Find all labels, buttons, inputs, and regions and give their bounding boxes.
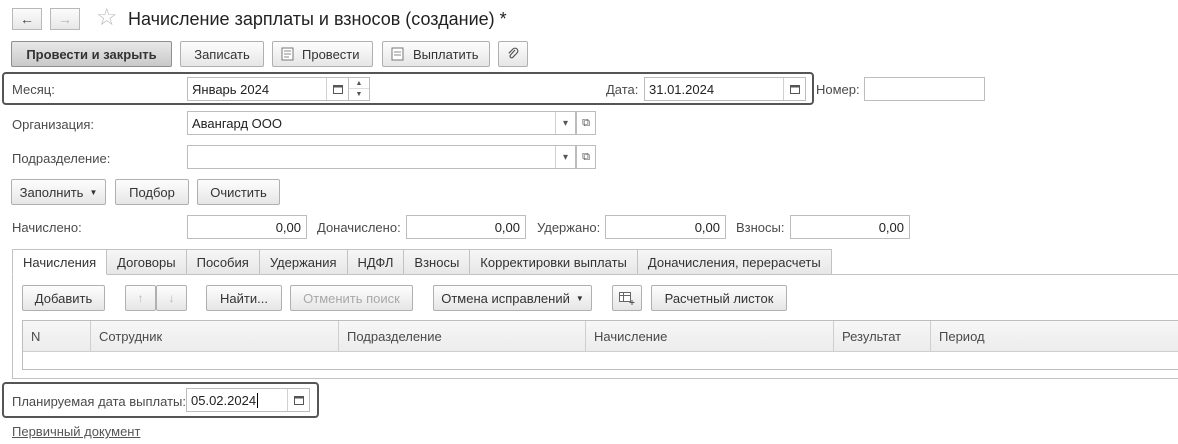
column-header-period[interactable]: Период [931, 321, 1178, 352]
tab-accruals[interactable]: Начисления [12, 249, 108, 275]
tab-contracts[interactable]: Договоры [107, 249, 187, 275]
open-window-icon: ⧉ [582, 116, 590, 129]
org-value: Авангард ООО [192, 115, 282, 131]
month-label: Месяц: [12, 82, 55, 97]
dropdown-icon[interactable]: ▾ [555, 112, 575, 134]
date-label: Дата: [606, 82, 639, 97]
cancel-fix-label: Отмена исправлений [441, 290, 570, 306]
column-header-n[interactable]: N [23, 321, 91, 352]
month-value: Январь 2024 [192, 81, 270, 97]
spin-down-icon[interactable]: ▼ [349, 89, 369, 100]
number-field[interactable] [864, 77, 985, 101]
accruals-table[interactable]: N Сотрудник Подразделение Начисление Рез… [22, 320, 1178, 370]
org-open-button[interactable]: ⧉ [576, 111, 596, 135]
paperclip-icon [507, 47, 519, 61]
column-header-result[interactable]: Результат [834, 321, 931, 352]
month-field[interactable]: Январь 2024 [187, 77, 349, 101]
contrib-field: 0,00 [790, 215, 910, 239]
post-and-close-button[interactable]: Провести и закрыть [11, 41, 172, 67]
payslip-button[interactable]: Расчетный листок [651, 285, 787, 311]
extra-field: 0,00 [406, 215, 526, 239]
dropdown-icon[interactable]: ▾ [555, 146, 575, 168]
fill-button[interactable]: Заполнить ▼ [11, 179, 106, 205]
arrow-left-icon: ← [20, 11, 34, 27]
cancel-search-button[interactable]: Отменить поиск [290, 285, 413, 311]
dept-open-button[interactable]: ⧉ [576, 145, 596, 169]
table-columns-icon [619, 291, 635, 305]
accrued-label: Начислено: [12, 220, 82, 235]
payment-doc-icon [391, 47, 404, 61]
number-label: Номер: [816, 82, 860, 97]
org-label: Организация: [12, 117, 95, 132]
back-button[interactable]: ← [12, 8, 42, 30]
clear-button[interactable]: Очистить [197, 179, 280, 205]
dept-field[interactable]: ▾ [187, 145, 576, 169]
planned-date-label: Планируемая дата выплаты: [12, 394, 186, 409]
column-header-department[interactable]: Подразделение [339, 321, 586, 352]
withheld-field: 0,00 [605, 215, 726, 239]
document-post-icon [281, 47, 294, 61]
primary-document-link[interactable]: Первичный документ [12, 424, 140, 439]
tab-contributions[interactable]: Взносы [404, 249, 471, 275]
save-button[interactable]: Записать [180, 41, 264, 67]
column-header-employee[interactable]: Сотрудник [91, 321, 339, 352]
org-field[interactable]: Авангард ООО ▾ [187, 111, 576, 135]
table-header: N Сотрудник Подразделение Начисление Рез… [23, 321, 1178, 352]
spin-up-icon[interactable]: ▲ [349, 78, 369, 89]
forward-button[interactable]: → [50, 8, 80, 30]
tab-ndfl[interactable]: НДФЛ [347, 249, 405, 275]
chevron-down-icon: ▼ [575, 293, 584, 303]
tab-benefits[interactable]: Пособия [186, 249, 260, 275]
open-window-icon: ⧉ [582, 150, 590, 163]
planned-date-value: 05.02.2024 [191, 392, 257, 408]
accrued-field: 0,00 [187, 215, 307, 239]
dept-label: Подразделение: [12, 151, 111, 166]
table-settings-button[interactable] [612, 285, 642, 311]
column-header-accrual[interactable]: Начисление [586, 321, 834, 352]
tab-strip: Начисления Договоры Пособия Удержания НД… [12, 249, 832, 275]
month-spinner[interactable]: ▲ ▼ [349, 77, 370, 101]
tab-recalculations[interactable]: Доначисления, перерасчеты [637, 249, 832, 275]
page-title: Начисление зарплаты и взносов (создание)… [128, 9, 507, 29]
tab-deductions[interactable]: Удержания [259, 249, 348, 275]
add-button[interactable]: Добавить [22, 285, 105, 311]
pay-label: Выплатить [413, 46, 479, 62]
arrow-up-icon: ↑ [137, 291, 144, 305]
calendar-icon[interactable] [287, 389, 309, 411]
cancel-fix-button[interactable]: Отмена исправлений ▼ [433, 285, 592, 311]
calendar-icon[interactable] [326, 78, 348, 100]
post-label: Провести [302, 46, 360, 62]
pay-button[interactable]: Выплатить [382, 41, 490, 67]
date-value: 31.01.2024 [649, 81, 715, 97]
extra-label: Доначислено: [317, 220, 401, 235]
find-button[interactable]: Найти... [206, 285, 282, 311]
withheld-label: Удержано: [537, 220, 601, 235]
star-icon[interactable]: ☆ [96, 6, 118, 30]
arrow-right-icon: → [58, 11, 72, 27]
move-down-button[interactable]: ↓ [156, 285, 187, 311]
fill-label: Заполнить [19, 184, 84, 200]
text-cursor [257, 392, 259, 408]
date-field[interactable]: 31.01.2024 [644, 77, 806, 101]
pick-button[interactable]: Подбор [115, 179, 189, 205]
move-up-button[interactable]: ↑ [125, 285, 156, 311]
chevron-down-icon: ▼ [89, 187, 98, 197]
arrow-down-icon: ↓ [168, 291, 175, 305]
post-button[interactable]: Провести [272, 41, 373, 67]
planned-date-field[interactable]: 05.02.2024 [186, 388, 310, 412]
tab-payment-corrections[interactable]: Корректировки выплаты [470, 249, 638, 275]
contrib-label: Взносы: [736, 220, 785, 235]
calendar-icon[interactable] [783, 78, 805, 100]
attach-button[interactable] [498, 41, 528, 67]
